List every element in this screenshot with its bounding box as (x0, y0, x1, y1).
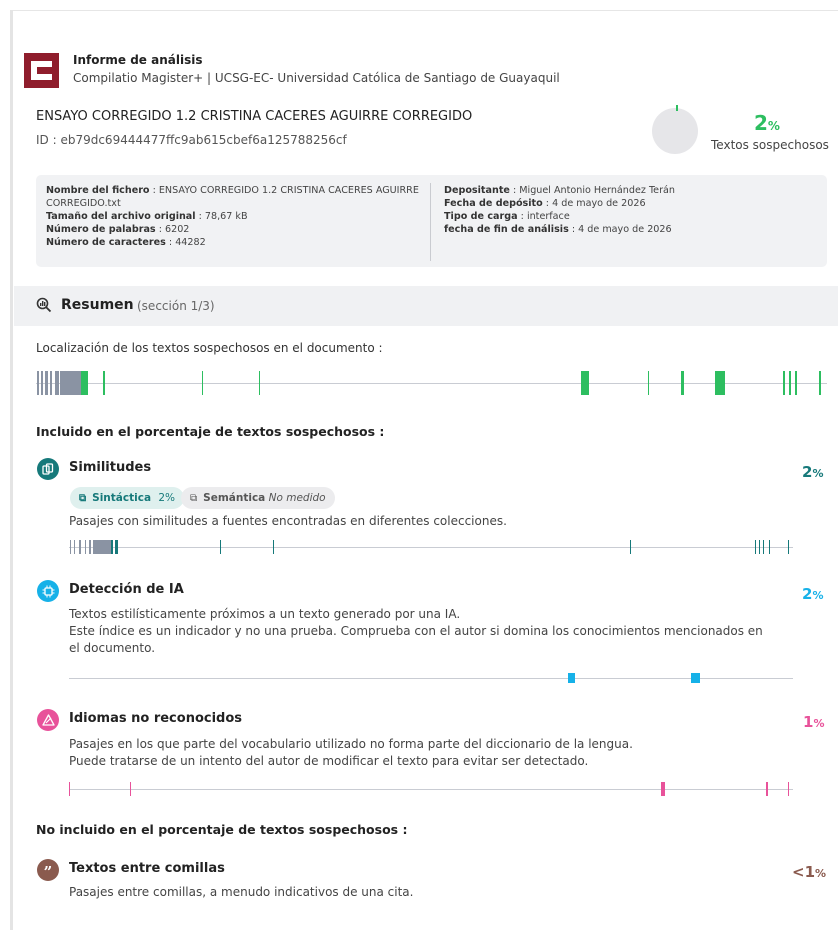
location-marker[interactable] (259, 371, 260, 395)
word-count-row: Número de palabras : 6202 (46, 224, 190, 235)
comillas-description: Pasajes entre comillas, a menudo indicat… (69, 885, 414, 899)
similitude-marker[interactable] (70, 540, 71, 554)
magnifier-icon (36, 297, 52, 317)
score-pie-slice (676, 105, 678, 111)
copy-icon: ⧉ (79, 492, 87, 504)
ia-track[interactable] (69, 671, 793, 685)
similitude-marker[interactable] (79, 540, 81, 554)
idiomas-marker[interactable] (69, 782, 70, 796)
similitude-marker[interactable] (769, 540, 770, 554)
sintactica-chip[interactable]: ⧉ Sintáctica 2% (70, 487, 185, 509)
location-marker[interactable] (715, 371, 725, 395)
depositor-row: Depositante : Miguel Antonio Hernández T… (444, 185, 675, 196)
location-marker[interactable] (50, 371, 52, 395)
comillas-percentage: <1% (792, 863, 827, 881)
similitudes-percentage: 2% (802, 463, 824, 481)
deposit-date-row: Fecha de depósito : 4 de mayo de 2026 (444, 198, 646, 209)
similitude-marker[interactable] (630, 540, 631, 554)
copy-icon: ⧉ (190, 492, 198, 504)
location-marker[interactable] (55, 371, 59, 395)
location-marker[interactable] (103, 371, 105, 395)
quote-icon: ” (37, 859, 59, 881)
ia-description-line2: Este índice es un indicador y no una pru… (69, 624, 763, 655)
file-name-row: Nombre del fichero : ENSAYO CORREGIDO 1.… (46, 185, 419, 209)
similitude-marker[interactable] (89, 540, 91, 554)
summary-section-label: (sección 1/3) (137, 299, 215, 313)
location-marker[interactable] (41, 371, 43, 395)
location-marker[interactable] (783, 371, 785, 395)
summary-title: Resumen (61, 297, 134, 313)
ia-percentage: 2% (802, 585, 824, 603)
similitude-marker[interactable] (93, 540, 111, 554)
copy-icon (37, 458, 59, 480)
idiomas-description-line1: Pasajes en los que parte del vocabulario… (69, 737, 633, 751)
location-marker[interactable] (37, 371, 39, 395)
similitude-marker[interactable] (788, 540, 789, 554)
location-marker[interactable] (202, 371, 203, 395)
similitudes-track[interactable] (69, 540, 793, 554)
report-subtitle: Compilatio Magister+ | UCSG-EC- Universi… (73, 71, 560, 85)
info-divider (430, 183, 431, 261)
location-marker[interactable] (581, 371, 589, 395)
idiomas-marker[interactable] (661, 782, 665, 796)
location-label: Localización de los textos sospechosos e… (36, 341, 383, 355)
page-frame-top (10, 10, 838, 11)
included-heading: Incluido en el porcentaje de textos sosp… (36, 424, 385, 439)
analysis-end-row: fecha de fin de análisis : 4 de mayo de … (444, 224, 672, 235)
ia-description-line1: Textos estilísticamente próximos a un te… (69, 607, 461, 621)
similitude-marker[interactable] (74, 540, 75, 554)
idiomas-marker[interactable] (130, 782, 131, 796)
location-marker[interactable] (45, 371, 48, 395)
report-title: Informe de análisis (73, 53, 203, 67)
ia-description: Textos estilísticamente próximos a un te… (69, 606, 769, 657)
overall-score: 2% (754, 111, 780, 135)
idiomas-marker[interactable] (788, 782, 789, 796)
similitude-marker[interactable] (273, 540, 274, 554)
file-size-row: Tamaño del archivo original : 78,67 kB (46, 211, 248, 222)
ia-marker[interactable] (568, 673, 575, 683)
file-info-left: Nombre del fichero : ENSAYO CORREGIDO 1.… (46, 184, 426, 249)
idiomas-description: Pasajes en los que parte del vocabulario… (69, 736, 769, 770)
similitude-marker[interactable] (763, 540, 764, 554)
file-info-panel: Nombre del fichero : ENSAYO CORREGIDO 1.… (36, 175, 827, 267)
similitude-marker[interactable] (755, 540, 756, 554)
location-marker[interactable] (819, 371, 821, 395)
similitude-marker[interactable] (115, 540, 118, 554)
semantica-chip[interactable]: ⧉ Semántica No medido (181, 487, 335, 509)
chip-icon (37, 580, 59, 602)
location-marker[interactable] (789, 371, 791, 395)
location-marker[interactable] (795, 371, 797, 395)
location-marker[interactable] (648, 371, 649, 395)
idiomas-description-line2: Puede tratarse de un intento del autor d… (69, 754, 589, 768)
score-pie-chart (652, 108, 698, 154)
similitude-marker[interactable] (759, 540, 760, 554)
file-info-right: Depositante : Miguel Antonio Hernández T… (444, 184, 814, 236)
not-included-heading: No incluido en el porcentaje de textos s… (36, 822, 408, 837)
document-id: ID : eb79dc69444477ffc9ab615cbef6a125788… (36, 133, 347, 147)
document-title: ENSAYO CORREGIDO 1.2 CRISTINA CACERES AG… (36, 109, 473, 124)
similitudes-title: Similitudes (69, 460, 152, 475)
ia-marker[interactable] (691, 673, 700, 683)
char-count-row: Número de caracteres : 44282 (46, 237, 206, 248)
location-marker[interactable] (681, 371, 684, 395)
overall-score-label: Textos sospechosos (711, 138, 829, 152)
warning-icon (37, 709, 59, 731)
idiomas-track[interactable] (69, 782, 793, 796)
location-marker[interactable] (81, 371, 88, 395)
similitude-marker[interactable] (85, 540, 86, 554)
comillas-title: Textos entre comillas (69, 861, 225, 876)
location-marker[interactable] (60, 371, 81, 395)
idiomas-title: Idiomas no reconocidos (69, 711, 243, 726)
similitude-marker[interactable] (220, 540, 221, 554)
similitudes-description: Pasajes con similitudes a fuentes encont… (69, 514, 507, 528)
page-frame-left (10, 10, 13, 930)
compilatio-logo (24, 53, 59, 88)
idiomas-marker[interactable] (766, 782, 768, 796)
location-track[interactable] (36, 371, 827, 395)
ia-title: Detección de IA (69, 582, 184, 597)
idiomas-percentage: 1% (803, 713, 825, 731)
similitude-marker[interactable] (111, 540, 113, 554)
upload-type-row: Tipo de carga : interface (444, 211, 570, 222)
